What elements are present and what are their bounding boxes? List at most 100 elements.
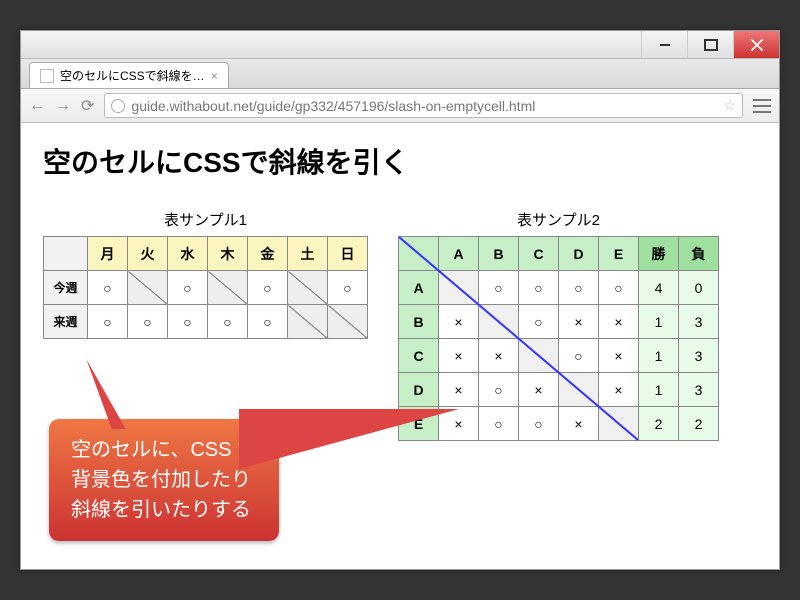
forward-button[interactable]: → (55, 97, 71, 115)
back-button[interactable]: ← (29, 97, 45, 115)
menu-button[interactable] (753, 99, 771, 113)
cell: × (519, 373, 559, 407)
row-header: A (399, 271, 439, 305)
slash-cell (328, 305, 368, 339)
col-header: B (479, 237, 519, 271)
lose-cell: 0 (679, 271, 719, 305)
row-header: 今週 (44, 271, 88, 305)
cell: × (439, 339, 479, 373)
col-header: 木 (208, 237, 248, 271)
col-header: 水 (168, 237, 208, 271)
win-cell: 1 (639, 305, 679, 339)
col-header: 火 (128, 237, 168, 271)
cell: ○ (208, 305, 248, 339)
win-cell: 1 (639, 339, 679, 373)
callout-line: 斜線を引いたりする (71, 495, 257, 525)
row-header: 来週 (44, 305, 88, 339)
address-bar[interactable]: guide.withabout.net/guide/gp332/457196/s… (104, 93, 743, 118)
cell: ○ (168, 271, 208, 305)
toolbar: ← → ⟳ guide.withabout.net/guide/gp332/45… (21, 89, 779, 123)
cell: ○ (479, 407, 519, 441)
row-header: B (399, 305, 439, 339)
table-row: 今週 ○ ○ ○ ○ (44, 271, 368, 305)
cell: ○ (128, 305, 168, 339)
cell: × (599, 339, 639, 373)
bookmark-star-icon[interactable]: ☆ (723, 97, 736, 114)
tab-strip: 空のセルにCSSで斜線を… × (21, 59, 779, 89)
corner-cell (399, 237, 439, 271)
table-row: 来週 ○ ○ ○ ○ ○ (44, 305, 368, 339)
sample-table-1: 月 火 水 木 金 土 日 今週 ○ ○ ○ (43, 236, 368, 339)
reload-button[interactable]: ⟳ (81, 96, 94, 116)
win-cell: 1 (639, 373, 679, 407)
cell: ○ (559, 339, 599, 373)
diag-cell (599, 407, 639, 441)
cell: ○ (519, 305, 559, 339)
site-info-icon (111, 99, 125, 113)
callout-pointer-icon (239, 409, 459, 469)
table-row: A ○ ○ ○ ○ 4 0 (399, 271, 719, 305)
lose-cell: 3 (679, 373, 719, 407)
cell: ○ (248, 271, 288, 305)
col-header: 日 (328, 237, 368, 271)
browser-tab[interactable]: 空のセルにCSSで斜線を… × (29, 62, 229, 88)
col-header: 金 (248, 237, 288, 271)
col-header: A (439, 237, 479, 271)
slash-cell (288, 305, 328, 339)
row-header: D (399, 373, 439, 407)
cell: ○ (88, 271, 128, 305)
minimize-button[interactable] (641, 31, 687, 58)
table-row: B × ○ × × 1 3 (399, 305, 719, 339)
cell: × (439, 305, 479, 339)
table-row: 月 火 水 木 金 土 日 (44, 237, 368, 271)
cell: ○ (519, 271, 559, 305)
col-header: E (599, 237, 639, 271)
table-row: C × × ○ × 1 3 (399, 339, 719, 373)
close-tab-icon[interactable]: × (211, 69, 218, 83)
cell: × (599, 373, 639, 407)
lose-cell: 3 (679, 305, 719, 339)
cell: ○ (328, 271, 368, 305)
screenshot-frame: 空のセルにCSSで斜線を… × ← → ⟳ guide.withabout.ne… (0, 0, 800, 600)
diag-cell (559, 373, 599, 407)
cell: ○ (248, 305, 288, 339)
page-icon (40, 69, 54, 83)
row-header: C (399, 339, 439, 373)
win-cell: 2 (639, 407, 679, 441)
callout-bubble: 空のセルに、CSS で 背景色を付加したり 斜線を引いたりする (49, 419, 279, 541)
cell: × (479, 339, 519, 373)
lose-cell: 3 (679, 339, 719, 373)
cell: × (559, 407, 599, 441)
cell: ○ (559, 271, 599, 305)
table1-block: 表サンプル1 月 火 水 木 金 土 日 今週 ○ (43, 209, 368, 339)
url-text: guide.withabout.net/guide/gp332/457196/s… (131, 98, 717, 114)
win-cell: 4 (639, 271, 679, 305)
table2-block: 表サンプル2 A B C D E 勝 負 A (398, 209, 719, 441)
cell: ○ (479, 271, 519, 305)
diag-cell (439, 271, 479, 305)
cell: ○ (519, 407, 559, 441)
diag-cell (479, 305, 519, 339)
tables-area: 表サンプル1 月 火 水 木 金 土 日 今週 ○ (43, 209, 757, 441)
page-title: 空のセルにCSSで斜線を引く (43, 141, 757, 181)
col-header: C (519, 237, 559, 271)
callout-line: 背景色を付加したり (71, 465, 257, 495)
table1-caption: 表サンプル1 (164, 209, 247, 230)
col-header: D (559, 237, 599, 271)
close-window-button[interactable] (733, 31, 779, 58)
browser-window: 空のセルにCSSで斜線を… × ← → ⟳ guide.withabout.ne… (20, 30, 780, 570)
tab-title: 空のセルにCSSで斜線を… (60, 67, 205, 84)
slash-cell (208, 271, 248, 305)
window-titlebar (21, 31, 779, 59)
diag-cell (519, 339, 559, 373)
slash-cell (128, 271, 168, 305)
lose-cell: 2 (679, 407, 719, 441)
cell: ○ (88, 305, 128, 339)
maximize-button[interactable] (687, 31, 733, 58)
corner-slash-cell (44, 237, 88, 271)
table-row: D × ○ × × 1 3 (399, 373, 719, 407)
table-row: A B C D E 勝 負 (399, 237, 719, 271)
slash-cell (288, 271, 328, 305)
cell: ○ (168, 305, 208, 339)
col-header: 土 (288, 237, 328, 271)
